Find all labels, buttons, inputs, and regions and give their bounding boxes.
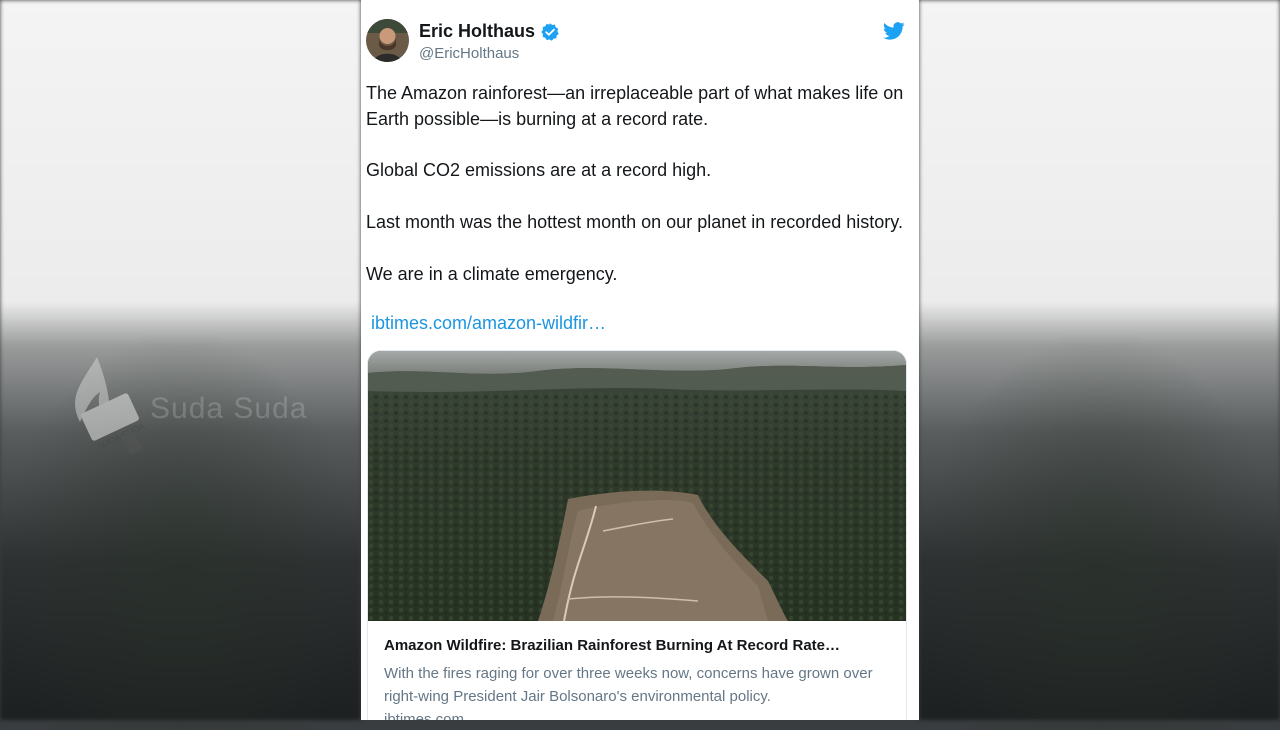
verified-badge-icon xyxy=(541,22,559,41)
tweet-card: Eric Holthaus @EricHolthaus The Amazon r… xyxy=(361,0,919,720)
blurred-background-right xyxy=(919,0,1280,730)
twitter-bird-icon[interactable] xyxy=(883,22,905,40)
tweet-paragraph: The Amazon rainforest—an irreplaceable p… xyxy=(366,83,904,129)
author-name[interactable]: Eric Holthaus xyxy=(419,21,535,42)
watermark-text: Suda Suda xyxy=(150,392,308,425)
author-handle[interactable]: @EricHolthaus xyxy=(419,45,519,62)
tweet-body: The Amazon rainforest—an irreplaceable p… xyxy=(366,81,914,287)
article-link[interactable]: ibtimes.com/amazon-wildfir… xyxy=(371,313,606,334)
rainforest-aerial-photo xyxy=(368,351,906,621)
preview-domain: ibtimes.com xyxy=(384,711,465,720)
preview-description: With the fires raging for over three wee… xyxy=(384,665,873,705)
preview-title: Amazon Wildfire: Brazilian Rainforest Bu… xyxy=(384,637,841,654)
tweet-paragraph: We are in a climate emergency. xyxy=(366,263,618,284)
tweet-paragraph: Global CO2 emissions are at a record hig… xyxy=(366,160,712,181)
link-preview-card[interactable]: Amazon Wildfire: Brazilian Rainforest Bu… xyxy=(367,350,907,720)
avatar-photo-icon xyxy=(366,19,409,62)
tweet-paragraph: Last month was the hottest month on our … xyxy=(366,211,903,232)
avatar[interactable] xyxy=(366,19,409,62)
